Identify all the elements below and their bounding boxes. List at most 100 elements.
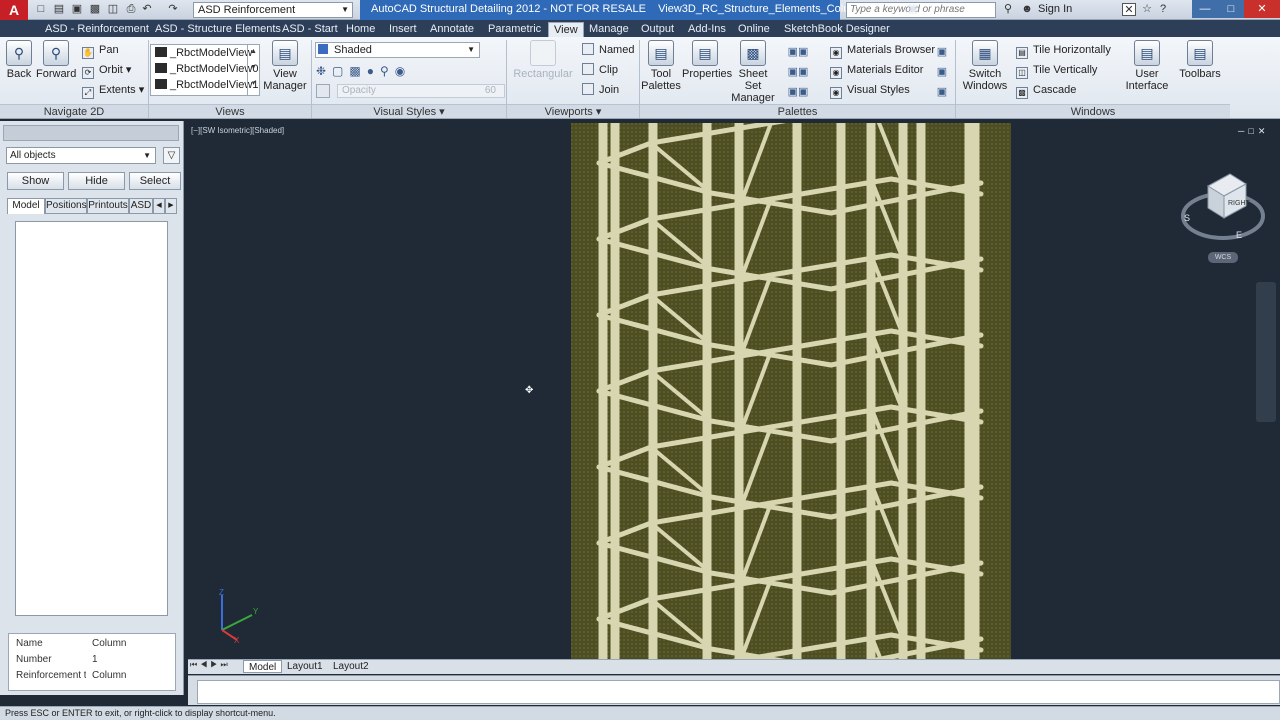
tab-parametric[interactable]: Parametric	[483, 22, 546, 37]
forward-button[interactable]: ⚲ Forward	[36, 40, 76, 80]
tab-manage[interactable]: Manage	[584, 22, 634, 37]
panel-title-views: Views	[149, 104, 311, 118]
viewport-window-controls[interactable]: ─□✕	[1238, 126, 1269, 137]
visual-styles-palette-button[interactable]: ◉ Visual Styles	[830, 82, 910, 99]
tab-output[interactable]: Output	[636, 22, 679, 37]
materials-editor-button[interactable]: ◉ Materials Editor	[830, 62, 923, 79]
visual-style-dropdown[interactable]: Shaded ▼	[315, 42, 480, 58]
switch-windows-button[interactable]: ▦ Switch Windows	[960, 40, 1010, 92]
panel-title-viewports[interactable]: Viewports ▾	[507, 104, 639, 118]
tab-insert[interactable]: Insert	[384, 22, 422, 37]
cascade-button[interactable]: ▩ Cascade	[1016, 82, 1076, 99]
user-interface-button[interactable]: ▤ User Interface	[1122, 40, 1172, 92]
tab-scroll-left-icon[interactable]: ◀	[153, 198, 165, 214]
tab-view[interactable]: View	[548, 22, 584, 37]
palette-grip-bar[interactable]	[3, 125, 179, 141]
maximize-button[interactable]: □	[1218, 0, 1244, 18]
hide-button[interactable]: Hide	[68, 172, 125, 190]
publish-icon[interactable]: ◫	[106, 3, 120, 16]
model-tree[interactable]	[15, 221, 168, 616]
sign-in-link[interactable]: Sign In	[1038, 3, 1072, 15]
pan-button[interactable]: ✋ Pan	[82, 42, 119, 59]
tool-palettes-button[interactable]: ▤ Tool Palettes	[640, 40, 682, 92]
tile-vertically-button[interactable]: ◫ Tile Vertically	[1016, 62, 1097, 79]
visual-style-toolbar[interactable]: ❉▢▩●⚲◉	[316, 64, 486, 78]
views-list[interactable]: _RbctModelView _RbctModelView0 _RbctMode…	[150, 44, 260, 96]
close-button[interactable]: ✕	[1244, 0, 1280, 18]
select-button[interactable]: Select	[129, 172, 181, 190]
tile-horizontally-button[interactable]: ▤ Tile Horizontally	[1016, 42, 1111, 59]
layout-tab-layout2[interactable]: Layout2	[328, 660, 374, 673]
orbit-button[interactable]: ⟳ Orbit ▾	[82, 62, 131, 79]
materials-browser-button[interactable]: ◉ Materials Browser	[830, 42, 935, 59]
views-scrollbar[interactable]: ▲ ▼ ▾	[247, 44, 259, 96]
save-icon[interactable]: ▣	[70, 3, 84, 16]
back-label: Back	[6, 68, 32, 80]
view-manager-button[interactable]: ▤ View Manager	[262, 40, 308, 92]
minimize-button[interactable]: —	[1192, 0, 1218, 18]
application-menu-button[interactable]: A	[0, 0, 28, 20]
tab-online[interactable]: Online	[733, 22, 775, 37]
layout-tab-model[interactable]: Model	[243, 660, 283, 673]
prop-value[interactable]: Column	[92, 638, 126, 649]
named-viewports-button[interactable]: Named	[582, 42, 634, 58]
search-input[interactable]: Type a keyword or phrase	[846, 2, 996, 18]
undo-icon[interactable]: ↶	[140, 3, 154, 16]
tile-horizontally-label: Tile Horizontally	[1033, 44, 1111, 56]
opacity-slider[interactable]: Opacity 60	[337, 84, 505, 98]
view-item[interactable]: _RbctModelView0	[151, 61, 259, 77]
rectangular-viewport-button[interactable]: Rectangular	[512, 40, 574, 80]
prop-value[interactable]: Column	[92, 670, 126, 681]
new-icon[interactable]: □	[34, 3, 48, 16]
redo-icon[interactable]: ↷	[166, 3, 180, 16]
ribbon-toggle-icon[interactable]: ▣	[906, 3, 920, 16]
star-icon[interactable]: ☆	[1140, 3, 1154, 16]
join-button[interactable]: Join	[582, 82, 619, 98]
help-icon[interactable]: ?	[1156, 3, 1170, 16]
render-palette-icons[interactable]: ▣ ▣ ▣	[933, 42, 951, 98]
tab-positions[interactable]: Positions	[45, 198, 87, 214]
tab-annotate[interactable]: Annotate	[425, 22, 479, 37]
tab-asd-reinforcement[interactable]: ASD - Reinforcement	[40, 22, 154, 37]
object-filter-dropdown[interactable]: All objects ▼	[6, 147, 156, 164]
back-button[interactable]: ⚲ Back	[4, 40, 34, 80]
tab-asd[interactable]: ASD	[129, 198, 153, 214]
palette-toggle-icons[interactable]: ▣▣ ▣▣ ▣▣	[778, 42, 818, 98]
layout-tab-layout1[interactable]: Layout1	[282, 660, 328, 673]
zoom-extents-icon: ⤢	[82, 87, 94, 99]
tab-asd-structure-elements[interactable]: ASD - Structure Elements	[150, 22, 286, 37]
tab-sketchbook-designer[interactable]: SketchBook Designer	[779, 22, 895, 37]
show-button[interactable]: Show	[7, 172, 64, 190]
tab-printouts[interactable]: Printouts	[87, 198, 129, 214]
filter-icon[interactable]: ▽	[163, 147, 180, 164]
properties-label: Properties	[682, 68, 733, 80]
exchange-icon[interactable]: ✕	[1122, 3, 1136, 16]
viewport-controls-label[interactable]: [−][SW Isometric][Shaded]	[191, 126, 284, 135]
navigation-bar[interactable]	[1256, 282, 1276, 422]
properties-button[interactable]: ▤ Properties	[682, 40, 732, 80]
open-icon[interactable]: ▤	[52, 3, 66, 16]
panel-title-visual-styles[interactable]: Visual Styles ▾	[312, 104, 506, 118]
user-interface-icon: ▤	[1134, 40, 1160, 66]
command-input[interactable]	[197, 680, 1280, 704]
layout-nav-arrows-icon[interactable]: ⏮◀▶⏭	[190, 660, 231, 670]
tab-model[interactable]: Model	[7, 198, 45, 214]
tab-add-ins[interactable]: Add-Ins	[683, 22, 731, 37]
plot-icon[interactable]: ⎙	[124, 3, 138, 16]
workspace-dropdown[interactable]: ASD Reinforcement ▼	[193, 2, 353, 18]
search-icon[interactable]: ⚲	[1001, 3, 1015, 16]
tab-home[interactable]: Home	[341, 22, 380, 37]
wcs-menu[interactable]: WCS	[1208, 252, 1238, 263]
sheet-set-manager-button[interactable]: ▩ Sheet Set Manager	[730, 40, 776, 104]
viewcube[interactable]: RIGHT S E	[1180, 168, 1266, 248]
prop-value[interactable]: 1	[92, 654, 98, 665]
tab-asd-start[interactable]: ASD - Start	[277, 22, 343, 37]
clip-button[interactable]: Clip	[582, 62, 618, 78]
user-icon[interactable]: ☻	[1020, 3, 1034, 16]
extents-button[interactable]: ⤢ Extents ▾	[82, 82, 144, 99]
tab-scroll-right-icon[interactable]: ▶	[165, 198, 177, 214]
view-item[interactable]: _RbctModelView	[151, 45, 259, 61]
save-as-icon[interactable]: ▩	[88, 3, 102, 16]
toolbars-button[interactable]: ▤ Toolbars	[1176, 40, 1224, 80]
view-item[interactable]: _RbctModelView1	[151, 77, 259, 93]
